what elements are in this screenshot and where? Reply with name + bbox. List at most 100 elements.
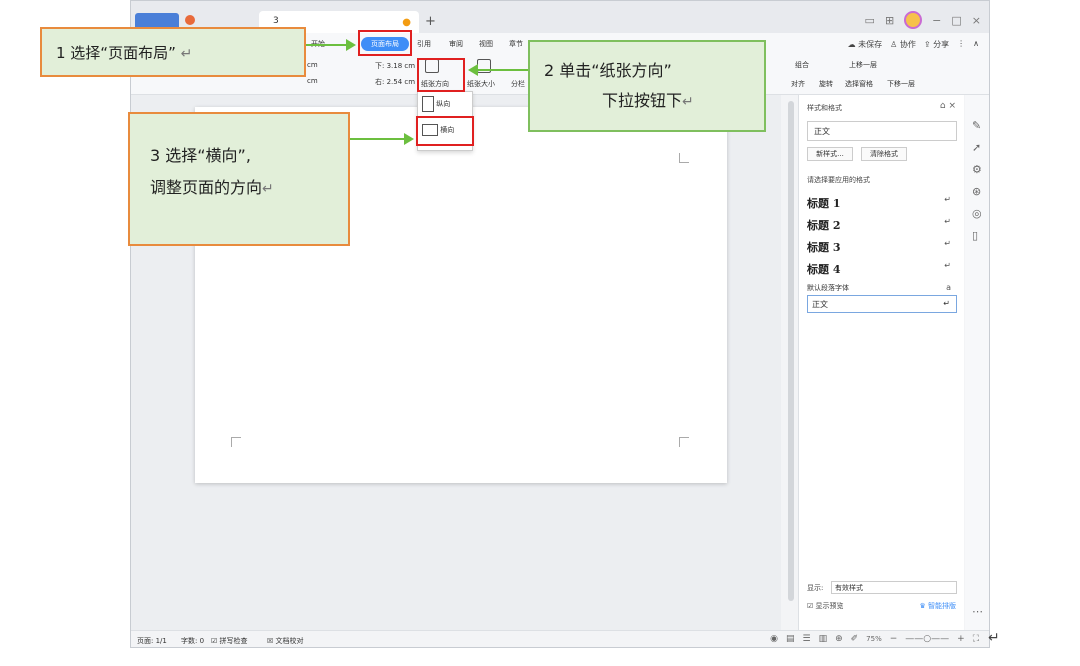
- new-tab-button[interactable]: +: [425, 14, 436, 29]
- style-body-label: 正文: [812, 300, 828, 309]
- highlight-paper-orientation: [417, 58, 465, 92]
- grid-icon[interactable]: ⊞: [885, 14, 894, 27]
- maximize-icon[interactable]: □: [951, 14, 961, 27]
- align-button[interactable]: 对齐: [791, 79, 805, 89]
- paragraph-return-mark: ↵: [988, 630, 1000, 646]
- menu-chapter[interactable]: 章节: [509, 39, 523, 49]
- spell-check-button[interactable]: ☑ 拼写检查: [211, 636, 248, 646]
- more-menu-icon[interactable]: ⋮: [957, 39, 965, 50]
- current-style-select[interactable]: 正文: [807, 121, 957, 141]
- zoom-slider[interactable]: ——○——: [905, 634, 949, 644]
- move-down-button[interactable]: 下移一层: [887, 79, 915, 89]
- highlight-page-layout-tab: [358, 30, 412, 56]
- edit-icon[interactable]: ✎: [972, 119, 981, 132]
- zoom-value[interactable]: 75%: [866, 635, 882, 643]
- style-heading-3[interactable]: 标题 3 ↵: [807, 239, 957, 255]
- clear-format-button[interactable]: 清除格式: [861, 147, 907, 161]
- paper-size-button[interactable]: 纸张大小: [467, 79, 495, 89]
- style-heading-1-label: 标题 1: [807, 197, 841, 210]
- fullscreen-icon[interactable]: ⛶: [973, 634, 979, 644]
- share-icon[interactable]: ⊛: [972, 185, 981, 198]
- margin-left-field[interactable]: cm: [307, 61, 318, 69]
- show-filter-select[interactable]: 有效样式: [831, 581, 957, 594]
- zoom-out-button[interactable]: −: [890, 634, 898, 644]
- menu-reference[interactable]: 引用: [417, 39, 431, 49]
- style-heading-2[interactable]: 标题 2 ↵: [807, 217, 957, 233]
- page-view-icon[interactable]: ▤: [786, 634, 795, 644]
- outline-view-icon[interactable]: ☰: [802, 634, 810, 644]
- return-icon: ↵: [180, 46, 193, 62]
- vertical-scrollbar[interactable]: [788, 101, 794, 601]
- style-default-font[interactable]: 默认段落字体 a: [807, 283, 957, 293]
- smart-layout-button[interactable]: ♛ 智能排版: [919, 601, 956, 611]
- style-heading-4-label: 标题 4: [807, 263, 841, 276]
- right-toolbar: ✎ ➚ ⚙ ⊛ ◎ ▯ ⋯: [965, 95, 989, 630]
- read-view-icon[interactable]: ▥: [819, 634, 828, 644]
- unsaved-button[interactable]: ☁ 未保存: [848, 39, 883, 50]
- unsaved-label: 未保存: [858, 40, 883, 49]
- callout-step-2-line-2: 下拉按钮下: [602, 91, 683, 110]
- proofread-button[interactable]: ☒ 文档校对: [267, 636, 304, 646]
- portrait-label: 纵向: [436, 100, 451, 108]
- callout-step-2-line-1: 2 单击“纸张方向”: [544, 61, 672, 80]
- location-icon[interactable]: ◎: [972, 207, 982, 220]
- style-heading-1[interactable]: 标题 1 ↵: [807, 195, 957, 211]
- callout-step-1-text: 1 选择“页面布局”: [56, 44, 176, 62]
- callout-step-3-line-2: 调整页面的方向: [150, 178, 263, 197]
- portrait-option[interactable]: 纵向: [422, 96, 450, 112]
- style-default-font-label: 默认段落字体: [807, 284, 849, 292]
- margin-right-label: 右:: [375, 78, 385, 86]
- show-preview-checkbox[interactable]: ☑ 显示预览: [807, 601, 844, 611]
- zoom-in-button[interactable]: +: [957, 634, 965, 644]
- settings-icon[interactable]: ⚙: [972, 163, 982, 176]
- web-view-icon[interactable]: ⊕: [835, 634, 843, 644]
- move-up-button[interactable]: 上移一层: [849, 60, 877, 70]
- more-icon[interactable]: ⋯: [972, 605, 983, 618]
- selection-pane-button[interactable]: 选择窗格: [845, 79, 873, 89]
- close-pane-icon[interactable]: ×: [948, 101, 956, 111]
- share-button[interactable]: ⇪ 分享: [924, 39, 949, 50]
- arrow-to-landscape: [350, 133, 414, 145]
- callout-step-2: 2 单击“纸张方向” 下拉按钮下↵: [528, 40, 766, 132]
- margin-bottom-value: 3.18 cm: [386, 62, 416, 70]
- collab-label: 协作: [899, 40, 916, 49]
- margin-right-field[interactable]: 右: 2.54 cm: [375, 77, 415, 87]
- choose-format-label: 请选择要应用的格式: [807, 176, 870, 184]
- char-style-icon: a: [946, 283, 951, 292]
- margin-bottom-label: 下:: [375, 62, 385, 70]
- menu-review[interactable]: 审阅: [449, 39, 463, 49]
- margin-bottom-field[interactable]: 下: 3.18 cm: [375, 61, 415, 71]
- unsaved-dot-icon: ●: [402, 17, 411, 28]
- arrow-to-page-layout: [306, 39, 356, 51]
- arrow-to-paper-orientation: [468, 64, 528, 76]
- smart-layout-label: 智能排版: [928, 602, 956, 610]
- minimize-icon[interactable]: −: [932, 14, 941, 27]
- callout-step-3-line-1: 3 选择“横向”,: [150, 146, 251, 165]
- style-heading-4[interactable]: 标题 4 ↵: [807, 261, 957, 277]
- page-corner-mark: [231, 437, 241, 447]
- columns-button[interactable]: 分栏: [511, 79, 525, 89]
- style-body[interactable]: 正文 ↵: [807, 295, 957, 313]
- avatar[interactable]: [904, 11, 923, 29]
- proofread-label: 文档校对: [275, 637, 304, 645]
- new-style-button[interactable]: 新样式...: [807, 147, 853, 161]
- word-count: 字数: 0: [181, 637, 205, 645]
- callout-step-1: 1 选择“页面布局” ↵: [40, 27, 306, 77]
- layout-icon[interactable]: ▭: [865, 14, 875, 27]
- group-button[interactable]: 组合: [795, 60, 809, 70]
- eye-icon[interactable]: ◉: [770, 634, 778, 644]
- spell-check-label: 拼写检查: [219, 637, 248, 645]
- callout-step-3: 3 选择“横向”, 调整页面的方向↵: [128, 112, 350, 246]
- collab-button[interactable]: ♙ 协作: [890, 39, 916, 50]
- pin-icon[interactable]: ⌂: [940, 101, 946, 111]
- menu-view[interactable]: 视图: [479, 39, 493, 49]
- pen-icon[interactable]: ✐: [851, 634, 859, 644]
- app-tab-icon[interactable]: [185, 15, 195, 25]
- collapse-ribbon-icon[interactable]: ∧: [973, 39, 979, 50]
- return-icon: ↵: [262, 181, 274, 197]
- rotate-button[interactable]: 旋转: [819, 79, 833, 89]
- book-icon[interactable]: ▯: [972, 229, 978, 242]
- select-icon[interactable]: ➚: [972, 141, 981, 154]
- margin-right-unit[interactable]: cm: [307, 77, 318, 85]
- close-icon[interactable]: ×: [972, 14, 981, 27]
